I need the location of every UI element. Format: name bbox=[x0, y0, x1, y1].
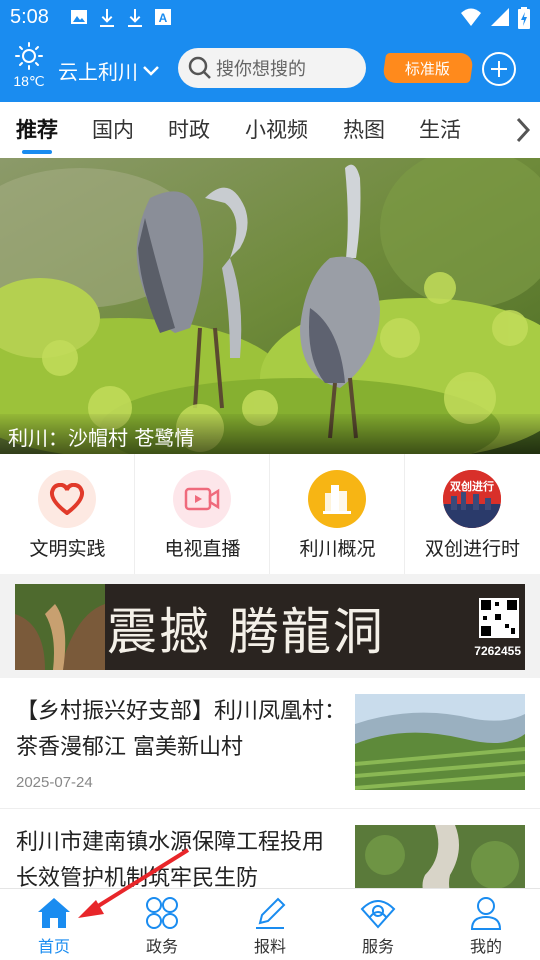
image-notification-icon bbox=[71, 10, 87, 24]
tab-recommended[interactable]: 推荐 bbox=[16, 114, 58, 144]
nav-label: 政务 bbox=[145, 937, 178, 956]
shortcut-icon-text: 双创进行 bbox=[450, 480, 494, 493]
chevron-down-icon bbox=[143, 65, 159, 76]
tab-domestic[interactable]: 国内 bbox=[92, 114, 134, 144]
app-notification-icon: A bbox=[155, 9, 171, 25]
shortcut-civilization-practice[interactable]: 文明实践 bbox=[0, 454, 135, 574]
add-button[interactable] bbox=[482, 52, 516, 86]
app-header: 18℃ 云上利川 搜你想搜的 标准版 bbox=[0, 36, 540, 102]
building-icon bbox=[308, 470, 366, 528]
qr-code-icon bbox=[479, 598, 519, 638]
shortcut-innovation[interactable]: 双创进行 双创进行时 bbox=[405, 454, 540, 574]
shortcut-tv-live[interactable]: 电视直播 bbox=[135, 454, 270, 574]
heart-icon bbox=[38, 470, 96, 528]
shortcut-lichuan-overview[interactable]: 利川概况 bbox=[270, 454, 405, 574]
shortcut-label: 文明实践 bbox=[29, 538, 106, 560]
svg-text:A: A bbox=[159, 11, 168, 25]
ad-banner[interactable]: 震撼 腾龍洞 7262455 bbox=[15, 584, 525, 670]
nav-label: 服务 bbox=[361, 937, 394, 956]
city-skyline-icon: 双创进行 bbox=[443, 470, 501, 528]
tab-short-video[interactable]: 小视频 bbox=[245, 114, 308, 144]
grid-icon bbox=[146, 897, 178, 929]
location-selector[interactable]: 云上利川 bbox=[58, 56, 160, 85]
edition-label: 标准版 bbox=[405, 59, 451, 78]
hero-carousel[interactable]: 利川：沙帽村 苍鹭情 bbox=[0, 158, 540, 454]
cave-photo bbox=[15, 584, 105, 670]
news-item[interactable]: 利川市建南镇水源保障工程投用 长效管护机制筑牢民生防 bbox=[0, 809, 540, 889]
battery-icon bbox=[518, 7, 530, 29]
category-tabs: 推荐 国内 时政 小视频 热图 生活 bbox=[0, 102, 540, 158]
news-thumbnail bbox=[355, 694, 525, 790]
tab-politics[interactable]: 时政 bbox=[168, 114, 210, 144]
shortcut-grid: 文明实践 电视直播 利川概况 双创进行 双创进行时 bbox=[0, 454, 540, 574]
active-tab-indicator bbox=[22, 150, 52, 154]
status-time: 5:08 bbox=[10, 6, 49, 28]
hero-caption: 利川：沙帽村 苍鹭情 bbox=[8, 426, 195, 450]
signal-icon bbox=[491, 8, 509, 26]
weather-widget[interactable]: 18℃ bbox=[10, 41, 48, 90]
nav-report[interactable]: 报料 bbox=[216, 889, 324, 960]
hero-caption-bar: 利川：沙帽村 苍鹭情 bbox=[0, 414, 540, 454]
service-icon bbox=[360, 900, 396, 929]
search-placeholder: 搜你想搜的 bbox=[216, 59, 306, 80]
system-icons bbox=[460, 7, 530, 29]
news-thumbnail bbox=[355, 825, 525, 889]
search-icon bbox=[188, 56, 211, 79]
status-bar: 5:08 A bbox=[0, 0, 540, 36]
temperature: 18℃ bbox=[13, 73, 45, 89]
news-title: 【乡村振兴好支部】利川凤凰村：茶香漫郁江 富美新山村 bbox=[16, 699, 347, 760]
nav-label: 报料 bbox=[253, 937, 286, 956]
tab-hot-pictures[interactable]: 热图 bbox=[343, 114, 385, 144]
heron-photo bbox=[0, 158, 540, 454]
shortcut-label: 双创进行时 bbox=[424, 538, 520, 560]
home-icon bbox=[38, 898, 70, 928]
shortcut-label: 电视直播 bbox=[164, 538, 241, 560]
nav-services[interactable]: 服务 bbox=[324, 889, 432, 960]
pen-icon bbox=[256, 897, 286, 929]
news-item[interactable]: 【乡村振兴好支部】利川凤凰村：茶香漫郁江 富美新山村 2025-07-24 bbox=[0, 678, 540, 808]
shortcut-label: 利川概况 bbox=[299, 538, 376, 560]
notification-icons: A bbox=[70, 8, 172, 28]
location-label: 云上利川 bbox=[58, 60, 138, 84]
search-input[interactable]: 搜你想搜的 bbox=[178, 48, 366, 88]
download-icon bbox=[100, 9, 114, 27]
sun-icon bbox=[15, 42, 43, 70]
banner-phone: 7262455 bbox=[474, 644, 521, 658]
video-camera-icon bbox=[173, 470, 231, 528]
user-icon bbox=[470, 897, 502, 930]
news-title: 利川市建南镇水源保障工程投用 长效管护机制筑牢民生防 bbox=[16, 830, 325, 889]
banner-title: 震撼 腾龍洞 bbox=[107, 603, 385, 661]
nav-home[interactable]: 首页 bbox=[0, 889, 108, 960]
news-date: 2025-07-24 bbox=[16, 774, 93, 791]
tab-life[interactable]: 生活 bbox=[419, 114, 461, 144]
nav-government[interactable]: 政务 bbox=[108, 889, 216, 960]
chevron-right-icon[interactable] bbox=[514, 116, 532, 144]
wifi-icon bbox=[461, 8, 481, 26]
download-icon bbox=[128, 9, 142, 27]
edition-toggle-button[interactable]: 标准版 bbox=[381, 53, 475, 83]
bottom-navigation: 首页 政务 报料 服务 我的 bbox=[0, 888, 540, 960]
nav-label: 首页 bbox=[37, 937, 70, 956]
nav-profile[interactable]: 我的 bbox=[432, 889, 540, 960]
nav-label: 我的 bbox=[469, 937, 502, 956]
